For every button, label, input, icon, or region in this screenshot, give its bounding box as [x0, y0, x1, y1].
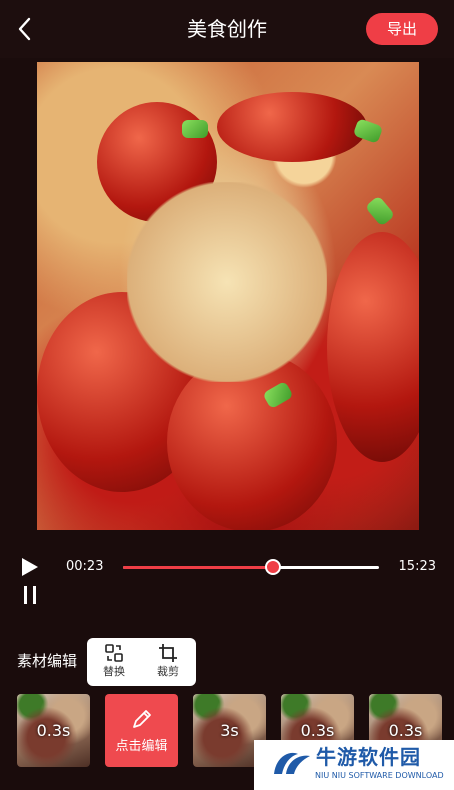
top-bar: 美食创作 导出: [0, 0, 454, 58]
clip-thumbnail[interactable]: 0.3s: [17, 694, 90, 767]
preview-food-shape: [217, 92, 367, 162]
current-time: 00:23: [66, 559, 104, 574]
preview-food-shape: [327, 232, 419, 462]
preview-food-shape: [182, 120, 208, 138]
playback-controls: 00:23 15:23: [0, 550, 454, 584]
crop-label: 裁剪: [157, 665, 179, 678]
progress-slider[interactable]: [123, 559, 379, 575]
material-edit-label: 素材编辑: [17, 652, 78, 670]
clip-duration: 0.3s: [300, 721, 335, 740]
play-icon[interactable]: [18, 556, 40, 578]
progress-handle[interactable]: [264, 559, 281, 575]
preview-food-shape: [127, 182, 327, 382]
replace-icon: [105, 644, 123, 662]
site-watermark: 牛游软件园 NIU NIU SOFTWARE DOWNLOAD: [254, 740, 454, 790]
watermark-subtitle: NIU NIU SOFTWARE DOWNLOAD: [315, 771, 444, 780]
video-preview[interactable]: [37, 62, 419, 530]
total-time: 15:23: [398, 559, 436, 574]
clip-duration: 0.3s: [388, 721, 423, 740]
crop-button[interactable]: 裁剪: [141, 642, 195, 684]
pause-icon-bar: [24, 586, 27, 604]
crop-icon: [159, 644, 177, 662]
progress-fill: [123, 566, 273, 569]
edit-clip-button[interactable]: 点击编辑: [105, 694, 178, 767]
pause-icon-bar: [33, 586, 36, 604]
clip-duration: 3s: [220, 721, 239, 740]
material-edit-popover: 替换 裁剪: [87, 638, 196, 686]
preview-food-shape: [364, 195, 396, 227]
replace-button[interactable]: 替换: [87, 642, 141, 684]
pause-button[interactable]: [22, 586, 38, 606]
pencil-icon: [132, 710, 151, 728]
watermark-title: 牛游软件园: [316, 745, 421, 769]
edit-clip-label: 点击编辑: [115, 739, 168, 754]
export-button[interactable]: 导出: [366, 13, 438, 45]
clip-duration: 0.3s: [36, 721, 71, 740]
replace-label: 替换: [103, 665, 125, 678]
watermark-logo-icon: [274, 752, 310, 774]
